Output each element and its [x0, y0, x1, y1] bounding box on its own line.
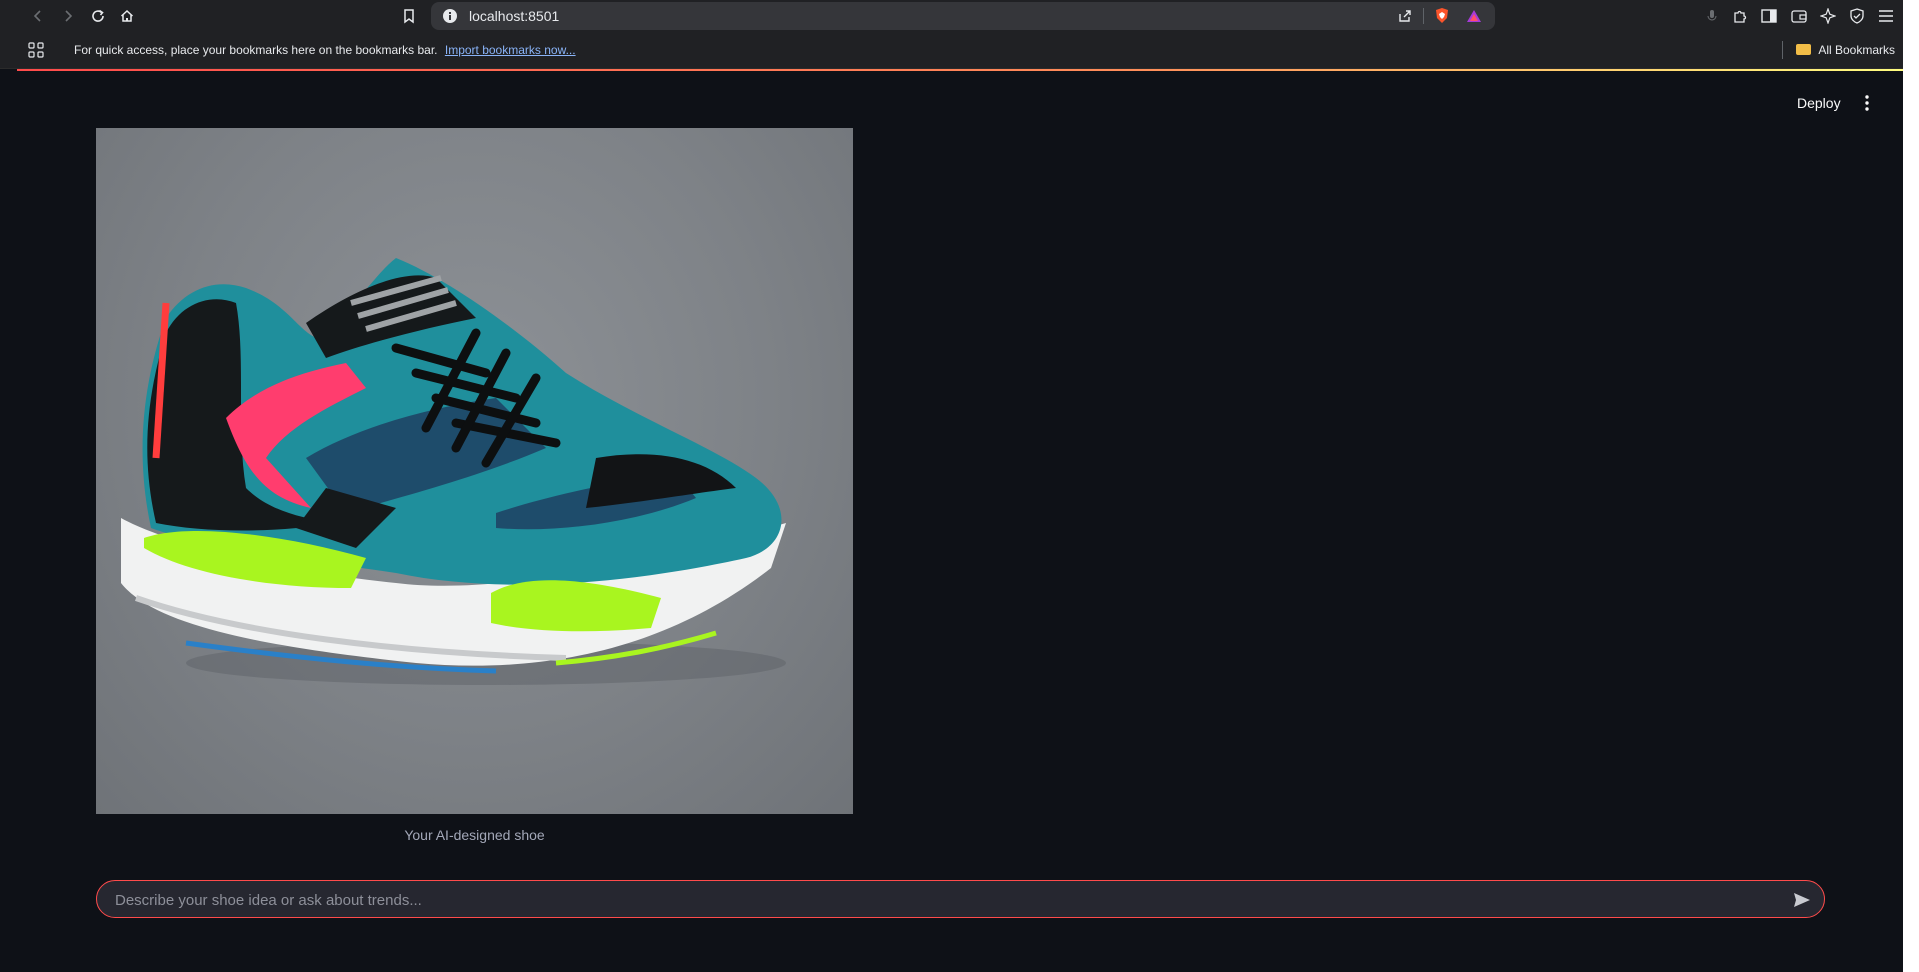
- home-icon[interactable]: [115, 4, 139, 28]
- brave-shields-icon[interactable]: [1433, 7, 1451, 30]
- folder-icon: [1796, 44, 1812, 55]
- back-icon[interactable]: [26, 4, 50, 28]
- import-bookmarks-link[interactable]: Import bookmarks now...: [445, 43, 576, 57]
- image-caption: Your AI-designed shoe: [404, 827, 545, 843]
- vpn-shield-icon[interactable]: [1845, 4, 1869, 28]
- main-menu-icon[interactable]: [1857, 91, 1877, 115]
- brave-rewards-icon[interactable]: [1466, 8, 1482, 29]
- microphone-icon[interactable]: [1700, 4, 1724, 28]
- sidebar-icon[interactable]: [1757, 4, 1781, 28]
- address-divider: [1423, 8, 1424, 24]
- browser-toolbar: localhost:8501: [0, 0, 1903, 32]
- bookmarks-message: For quick access, place your bookmarks h…: [74, 32, 576, 68]
- menu-icon[interactable]: [1874, 4, 1898, 28]
- deploy-button[interactable]: Deploy: [1797, 93, 1841, 113]
- chat-input-container: [96, 880, 1825, 919]
- share-icon[interactable]: [1397, 8, 1413, 29]
- reload-icon[interactable]: [86, 4, 110, 28]
- apps-grid-icon[interactable]: [28, 42, 44, 63]
- address-bar[interactable]: localhost:8501: [431, 2, 1495, 30]
- bookmarks-bar: For quick access, place your bookmarks h…: [0, 32, 1903, 69]
- bookmarks-divider: [1782, 41, 1784, 59]
- all-bookmarks-button[interactable]: All Bookmarks: [1782, 32, 1895, 68]
- chat-input[interactable]: [113, 881, 1757, 919]
- site-info-icon[interactable]: [443, 9, 457, 23]
- browser-window: localhost:8501 For quick access, place y…: [0, 0, 1903, 972]
- streamlit-app: Deploy Your AI-designed shoe Describe yo…: [17, 71, 1903, 972]
- bookmark-page-icon[interactable]: [397, 4, 421, 28]
- leo-ai-icon[interactable]: [1816, 4, 1840, 28]
- wallet-icon[interactable]: [1787, 4, 1811, 28]
- url-text[interactable]: localhost:8501: [469, 2, 559, 30]
- sneaker-illustration: [121, 258, 786, 685]
- forward-icon[interactable]: [56, 4, 80, 28]
- extensions-icon[interactable]: [1728, 4, 1752, 28]
- send-icon[interactable]: [1790, 888, 1814, 912]
- bookmarks-hint-text: For quick access, place your bookmarks h…: [74, 43, 438, 57]
- generated-shoe-image: [96, 128, 853, 814]
- all-bookmarks-label: All Bookmarks: [1818, 43, 1895, 57]
